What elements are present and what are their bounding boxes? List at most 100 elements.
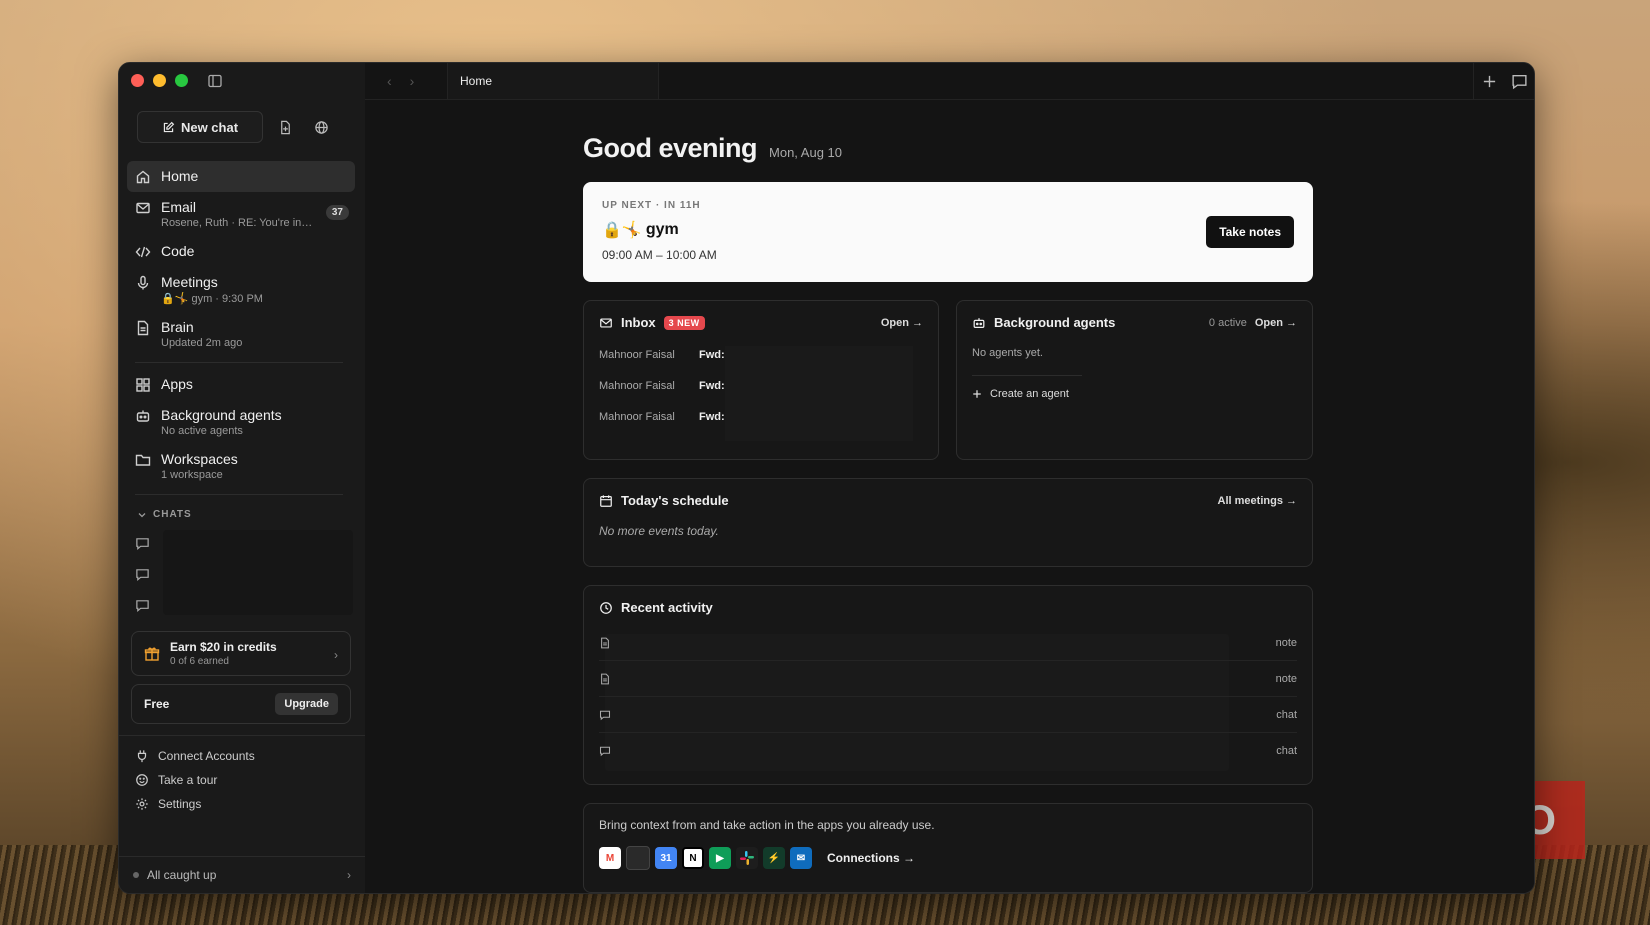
mail-from: Mahnoor Faisal (599, 380, 675, 392)
sidebar-item-label: Email (161, 199, 197, 215)
tab-home[interactable]: Home (447, 63, 659, 99)
notion-icon[interactable]: N (682, 847, 704, 869)
document-icon (601, 673, 609, 684)
minimize-window-button[interactable] (153, 74, 166, 87)
home-content: Good evening Mon, Aug 10 UP NEXT · IN 11… (583, 133, 1313, 893)
chevron-down-icon (138, 512, 146, 517)
new-chat-button[interactable]: New chat (137, 111, 263, 143)
add-document-icon (280, 120, 290, 134)
footer-label: Settings (158, 797, 202, 811)
chat-panel-button[interactable] (1504, 67, 1534, 95)
schedule-empty-text: No more events today. (599, 524, 719, 538)
new-document-button[interactable] (271, 113, 299, 141)
sync-status[interactable]: All caught up › (119, 856, 365, 893)
microphone-icon (137, 275, 149, 290)
inbox-header: Inbox 3 NEW Open → (599, 315, 923, 330)
new-mail-badge: 3 NEW (663, 315, 705, 330)
recent-activity-card: Recent activity note note chat chat (583, 585, 1313, 785)
status-text: All caught up (147, 868, 217, 882)
forward-arrow-icon[interactable]: › (410, 73, 415, 89)
chats-section-toggle[interactable]: CHATS (127, 501, 355, 528)
globe-icon (314, 120, 328, 134)
folder-icon (135, 454, 151, 466)
chevron-right-icon: › (347, 868, 351, 882)
cards-row: Inbox 3 NEW Open → Mahnoor Faisal Fwd: |… (583, 300, 1313, 460)
chat-bubble-icon (136, 569, 149, 581)
take-notes-button[interactable]: Take notes (1206, 216, 1294, 248)
schedule-header: Today's schedule All meetings → (599, 493, 1297, 508)
outlook-icon[interactable]: ✉ (790, 847, 812, 869)
chat-bubble-icon (599, 710, 611, 720)
sidebar-item-code[interactable]: Code (127, 236, 355, 267)
sidebar-item-label: Home (161, 168, 199, 184)
sidebar-item-email[interactable]: Email Rosene, Ruth · RE: You're invi... … (127, 192, 355, 236)
top-bar: ‹ › Home (365, 63, 1534, 100)
sidebar-item-brain[interactable]: Brain Updated 2m ago (127, 312, 355, 356)
new-tab-button[interactable] (1474, 67, 1504, 95)
connect-accounts-link[interactable]: Connect Accounts (119, 744, 365, 768)
inbox-card: Inbox 3 NEW Open → Mahnoor Faisal Fwd: |… (583, 300, 939, 460)
google-calendar-icon[interactable]: 31 (655, 847, 677, 869)
all-meetings-link[interactable]: All meetings → (1218, 495, 1297, 507)
mail-from: Mahnoor Faisal (599, 349, 675, 361)
back-arrow-icon[interactable]: ‹ (387, 73, 392, 89)
create-agent-label: Create an agent (990, 388, 1069, 400)
agents-title: Background agents (994, 315, 1116, 330)
page-title: Good evening (583, 133, 758, 163)
sidebar-item-home[interactable]: Home (127, 161, 355, 192)
agents-open-link[interactable]: Open → (1255, 317, 1297, 329)
maximize-window-button[interactable] (175, 74, 188, 87)
plug-icon (137, 750, 147, 763)
greeting-row: Good evening Mon, Aug 10 (583, 133, 1313, 164)
sidebar-item-label: Background agents (161, 407, 282, 423)
close-window-button[interactable] (131, 74, 144, 87)
mail-icon (136, 202, 150, 214)
activity-item[interactable]: note (599, 661, 1297, 697)
activity-item[interactable]: chat (599, 733, 1297, 768)
create-agent-button[interactable]: Create an agent (972, 388, 1297, 400)
event-title: gym (645, 221, 679, 238)
schedule-title: Today's schedule (621, 493, 729, 508)
recent-title: Recent activity (621, 600, 713, 615)
app-placeholder-icon[interactable] (626, 846, 650, 870)
sidebar-item-background-agents[interactable]: Background agents No active agents (127, 400, 355, 444)
schedule-card: Today's schedule All meetings → No more … (583, 478, 1313, 567)
history-nav: ‹ › (387, 73, 414, 89)
chat-bubble-icon (136, 538, 149, 550)
sidebar-item-sub: Rosene, Ruth · RE: You're invi... (161, 217, 317, 229)
smile-icon (136, 774, 148, 786)
sidebar-item-meetings[interactable]: Meetings 🔒🤸 gym · 9:30 PM (127, 267, 355, 312)
connections-link[interactable]: Connections → (827, 851, 915, 865)
web-search-button[interactable] (307, 113, 335, 141)
gmail-icon[interactable]: M (599, 847, 621, 869)
sidebar-item-workspaces[interactable]: Workspaces 1 workspace (127, 444, 355, 488)
credits-promo[interactable]: Earn $20 in credits 0 of 6 earned › (131, 631, 351, 676)
chat-bubble-icon (1511, 74, 1527, 89)
background-agents-card: Background agents 0 active Open → No age… (956, 300, 1313, 460)
agents-divider (972, 375, 1082, 376)
sidebar-item-apps[interactable]: Apps (127, 369, 355, 400)
sidebar-footer: Connect Accounts Take a tour Settings (119, 735, 365, 816)
activity-item[interactable]: note (599, 625, 1297, 661)
upgrade-button[interactable]: Upgrade (275, 693, 338, 715)
up-next-kicker: UP NEXT · IN 11H (602, 200, 701, 211)
gift-icon (144, 647, 160, 661)
agents-empty-text: No agents yet. (972, 347, 1043, 359)
settings-link[interactable]: Settings (119, 792, 365, 816)
current-date: Mon, Aug 10 (769, 145, 843, 160)
new-chat-label: New chat (180, 119, 239, 135)
status-dot (133, 872, 139, 878)
clock-icon (600, 601, 612, 614)
slack-icon[interactable] (736, 847, 758, 869)
take-tour-link[interactable]: Take a tour (119, 768, 365, 792)
sidebar-toggle-icon[interactable] (207, 73, 223, 94)
plan-card: Free Upgrade (131, 684, 351, 724)
activity-item[interactable]: chat (599, 697, 1297, 733)
inbox-open-link[interactable]: Open → (881, 317, 923, 329)
bolt-app-icon[interactable]: ⚡ (763, 847, 785, 869)
up-next-card[interactable]: UP NEXT · IN 11H 🔒🤸 gym 09:00 AM – 10:00… (583, 182, 1313, 282)
google-meet-icon[interactable]: ▶ (709, 847, 731, 869)
code-icon (135, 246, 151, 258)
activity-kind: chat (1276, 708, 1297, 721)
chat-bubble-icon (136, 600, 149, 612)
